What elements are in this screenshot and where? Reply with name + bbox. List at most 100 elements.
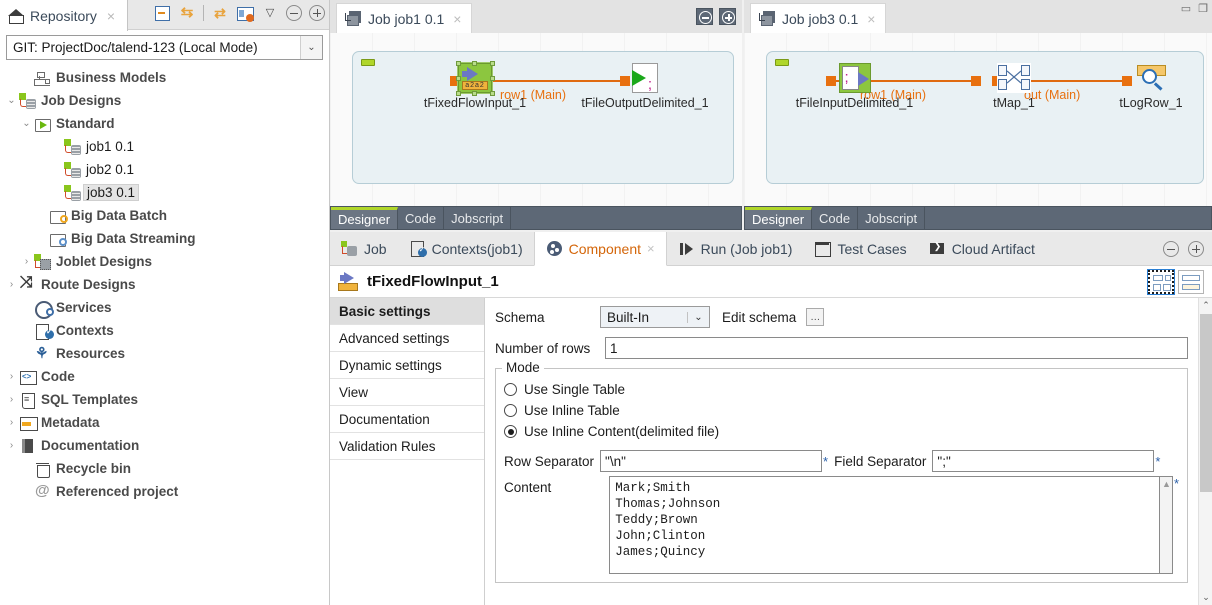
tab-component[interactable]: Component × [533,232,667,266]
tree-item-code[interactable]: › Code [0,365,329,388]
close-icon[interactable]: × [647,241,655,256]
tab-cloud-artifact[interactable]: Cloud Artifact [918,232,1046,266]
tab-job[interactable]: Job [330,232,398,266]
tree-item-business-models[interactable]: Business Models [0,66,329,89]
scroll-up-button[interactable]: ⌃ [1199,298,1212,313]
twisty-icon[interactable]: ⌄ [4,95,19,106]
settings-list[interactable]: Basic settings Advanced settings Dynamic s… [330,298,485,605]
tab-code[interactable]: Code [812,207,859,229]
window-minimize-icon[interactable]: ▭ [1181,2,1191,15]
scroll-up-icon[interactable]: ▲ [1162,479,1171,489]
tree-item-route-designs[interactable]: › Route Designs [0,273,329,296]
tree-item-job2-0-1[interactable]: job2 0.1 [0,158,329,181]
node-tfileinputdelimited[interactable]: ; tFileInputDelimited_1 [792,63,917,110]
node-tlogrow[interactable]: tLogRow_1 [1112,63,1190,110]
twisty-icon[interactable]: › [4,279,19,290]
settings-item-dynamic-settings[interactable]: Dynamic settings [330,352,484,379]
schema-select[interactable]: Built-In ⌄ [600,306,710,328]
maximize-icon[interactable] [309,5,325,21]
tab-designer[interactable]: Designer [331,207,399,229]
settings-item-documentation[interactable]: Documentation [330,406,484,433]
tab-job-job3[interactable]: Job job3 0.1 × [750,3,887,33]
refresh-icon[interactable] [211,4,229,22]
maximize-icon[interactable] [719,8,736,25]
tree-item-recycle-bin[interactable]: Recycle bin [0,457,329,480]
content-textarea-scrollbar[interactable]: ▲ [1160,476,1173,574]
window-controls[interactable]: ▭ ❐ [1181,2,1208,15]
tab-jobscript[interactable]: Jobscript [444,207,512,229]
tree-item-metadata[interactable]: › Metadata [0,411,329,434]
radio-use-inline-table[interactable]: Use Inline Table [504,400,1179,421]
minimize-icon[interactable] [696,8,713,25]
tab-repository[interactable]: Repository × [0,0,129,31]
tree-item-sql-templates[interactable]: › SQL Templates [0,388,329,411]
grid-layout-button[interactable] [1147,269,1175,295]
window-restore-icon[interactable]: ❐ [1198,2,1208,15]
twisty-icon[interactable]: › [4,394,19,405]
radio-button[interactable] [504,425,517,438]
form-scrollbar[interactable]: ⌃ ⌄ [1198,298,1212,605]
tab-run[interactable]: Run (Job job1) [667,232,804,266]
tab-code[interactable]: Code [398,207,445,229]
settings-item-advanced-settings[interactable]: Advanced settings [330,325,484,352]
close-icon[interactable]: × [867,11,875,27]
tab-jobscript[interactable]: Jobscript [858,207,926,229]
node-tmap[interactable]: tMap_1 [984,63,1044,110]
number-of-rows-input[interactable]: 1 [605,337,1188,359]
view-menu-icon[interactable] [261,4,279,22]
collapse-all-icon[interactable] [153,4,171,22]
editor-job1-canvas[interactable]: row1 (Main) a2a2 tFixedFlowInput_1 ; tFi… [330,33,742,206]
edit-schema-button[interactable]: … [806,308,825,326]
twisty-icon[interactable]: › [4,371,19,382]
subjob-collapse-handle[interactable] [361,59,375,66]
content-textarea[interactable]: Mark;Smith Thomas;Johnson Teddy;Brown Jo… [609,476,1161,574]
subjob-collapse-handle[interactable] [775,59,789,66]
settings-item-basic-settings[interactable]: Basic settings [330,298,484,325]
settings-item-view[interactable]: View [330,379,484,406]
tree-item-big-data-streaming[interactable]: Big Data Streaming [0,227,329,250]
radio-button[interactable] [504,383,517,396]
minimize-icon[interactable] [286,5,302,21]
chevron-down-icon[interactable]: ⌄ [687,311,709,323]
editor-job3-canvas[interactable]: row1 (Main) out (Main) ; tFileInputDelim… [744,33,1212,206]
settings-item-validation-rules[interactable]: Validation Rules [330,433,484,460]
tab-test-cases[interactable]: Test Cases [803,232,917,266]
tree-item-job-designs[interactable]: ⌄ Job Designs [0,89,329,112]
chevron-down-icon[interactable]: ⌄ [300,36,322,59]
project-selector[interactable]: GIT: ProjectDoc/talend-123 (Local Mode) … [6,35,323,60]
radio-use-single-table[interactable]: Use Single Table [504,379,1179,400]
twisty-icon[interactable]: › [19,256,34,267]
link-with-editor-icon[interactable] [178,4,196,22]
twisty-icon[interactable]: ⌄ [19,118,34,129]
tree-item-joblet-designs[interactable]: › Joblet Designs [0,250,329,273]
node-tfixedflowinput[interactable]: a2a2 tFixedFlowInput_1 [415,61,535,110]
close-icon[interactable]: × [453,11,461,27]
tree-item-job1-0-1[interactable]: job1 0.1 [0,135,329,158]
row-separator-input[interactable]: "\n" [600,450,823,472]
node-tfileoutputdelimited[interactable]: ; tFileOutputDelimited_1 [580,63,710,110]
tree-item-big-data-batch[interactable]: Big Data Batch [0,204,329,227]
tree-item-resources[interactable]: Resources [0,342,329,365]
radio-use-inline-content[interactable]: Use Inline Content(delimited file) [504,421,1179,442]
view-window-icon[interactable] [236,4,254,22]
twisty-icon[interactable]: › [4,417,19,428]
minimize-icon[interactable] [1163,241,1179,257]
tab-job-job1[interactable]: Job job1 0.1 × [336,3,473,33]
repository-tree[interactable]: Business Models ⌄ Job Designs ⌄ Standard job1… [0,64,329,604]
scrollbar-thumb[interactable] [1200,314,1212,492]
tab-designer[interactable]: Designer [745,207,813,229]
tree-item-services[interactable]: Services [0,296,329,319]
tree-item-documentation[interactable]: › Documentation [0,434,329,457]
scroll-down-button[interactable]: ⌄ [1199,590,1212,605]
list-layout-button[interactable] [1178,270,1204,294]
tree-item-standard[interactable]: ⌄ Standard [0,112,329,135]
tab-contexts[interactable]: Contexts(job1) [398,232,534,266]
radio-button[interactable] [504,404,517,417]
maximize-icon[interactable] [1188,241,1204,257]
close-icon[interactable]: × [107,8,115,24]
tree-item-job3-0-1[interactable]: job3 0.1 [0,181,329,204]
tree-item-referenced-project[interactable]: Referenced project [0,480,329,503]
field-separator-input[interactable]: ";" [932,450,1155,472]
twisty-icon[interactable]: › [4,440,19,451]
tree-item-contexts[interactable]: Contexts [0,319,329,342]
